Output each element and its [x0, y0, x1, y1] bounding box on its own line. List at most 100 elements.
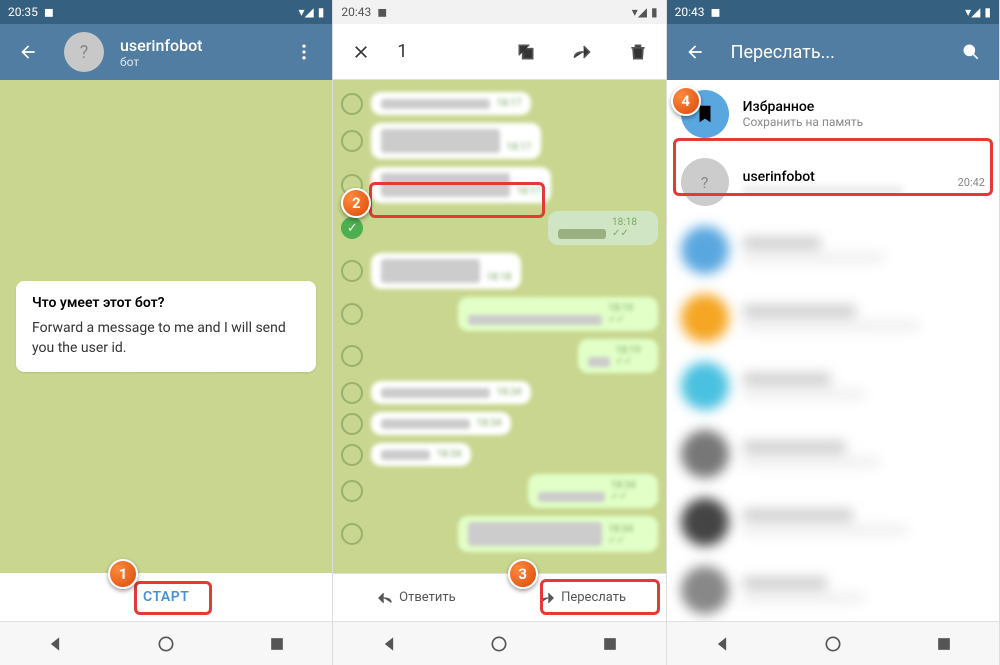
select-circle[interactable]: ✓: [341, 217, 363, 239]
nav-back-icon[interactable]: [712, 634, 732, 654]
select-circle[interactable]: [341, 303, 363, 325]
message-bubble[interactable]: 18:34: [371, 412, 511, 435]
list-item[interactable]: [667, 284, 999, 352]
reply-button[interactable]: Ответить: [333, 590, 499, 606]
step-badge-1: 1: [108, 559, 138, 589]
chat-time: 20:42: [958, 176, 985, 189]
saved-subtitle: Сохранить на память: [743, 115, 985, 129]
android-nav-bar: [333, 621, 665, 665]
wifi-icon: ▾◢: [632, 5, 647, 19]
bot-question: Что умеет этот бот?: [32, 295, 300, 311]
search-button[interactable]: [951, 32, 991, 72]
message-row[interactable]: 18:19 ✓✓: [341, 339, 657, 373]
reply-label: Ответить: [399, 590, 456, 605]
panel-forward-target: 20:43◼ ▾◢▮ Переслать... Избранное Сохран…: [667, 0, 1000, 665]
list-item[interactable]: [667, 488, 999, 556]
chat-list[interactable]: Избранное Сохранить на память ? userinfo…: [667, 80, 999, 621]
nav-back-icon[interactable]: [379, 634, 399, 654]
message-row[interactable]: ✓ 18:18 ✓✓: [341, 211, 657, 245]
select-circle[interactable]: [341, 382, 363, 404]
message-bubble[interactable]: 18:34: [371, 381, 531, 404]
panel-select-message: 20:43◼ ▾◢▮ 1 18:1718:1718:17✓18:18 ✓✓18:…: [333, 0, 666, 665]
message-row[interactable]: 18:18: [341, 253, 657, 289]
step-badge-3: 3: [508, 559, 538, 589]
message-bubble[interactable]: 18:19 ✓✓: [578, 339, 658, 373]
select-circle[interactable]: [341, 413, 363, 435]
status-time: 20:43: [341, 5, 371, 19]
action-bar: Ответить Переслать: [333, 573, 665, 621]
panel-bot-start: 20:35◼ ▾◢▮ ? userinfobot бот Что умеет э…: [0, 0, 333, 665]
message-row[interactable]: 18:34: [341, 443, 657, 466]
select-circle[interactable]: [341, 93, 363, 115]
delete-button[interactable]: [618, 32, 658, 72]
message-bubble[interactable]: 18:19 ✓✓: [458, 297, 658, 331]
notification-icon: ◼: [711, 5, 721, 19]
back-button[interactable]: [8, 32, 48, 72]
message-row[interactable]: 18:34: [341, 381, 657, 404]
back-button[interactable]: [675, 32, 715, 72]
select-circle[interactable]: [341, 480, 363, 502]
nav-recent-icon[interactable]: [934, 634, 954, 654]
bot-avatar[interactable]: ?: [64, 32, 104, 72]
message-row[interactable]: 18:34: [341, 412, 657, 435]
message-bubble[interactable]: 18:34 ✓✓: [528, 474, 658, 508]
chat-name: userinfobot: [743, 169, 944, 185]
reply-icon: [377, 590, 393, 606]
chat-header: ? userinfobot бот: [0, 24, 332, 80]
message-row[interactable]: 18:34 ✓✓: [341, 516, 657, 552]
message-bubble[interactable]: 18:17: [371, 123, 541, 159]
nav-home-icon[interactable]: [823, 634, 843, 654]
nav-recent-icon[interactable]: [267, 634, 287, 654]
chat-subtitle: бот: [120, 55, 268, 69]
select-circle[interactable]: [341, 260, 363, 282]
notification-icon: ◼: [44, 5, 54, 19]
message-bubble[interactable]: 18:18 ✓✓: [548, 211, 658, 245]
list-item[interactable]: [667, 216, 999, 284]
android-nav-bar: [0, 621, 332, 665]
start-bar: СТАРТ: [0, 573, 332, 621]
list-item[interactable]: [667, 420, 999, 488]
message-row[interactable]: 18:17: [341, 167, 657, 203]
message-bubble[interactable]: 18:34 ✓✓: [458, 516, 658, 552]
message-row[interactable]: 18:19 ✓✓: [341, 297, 657, 331]
selection-count: 1: [397, 41, 489, 62]
list-item[interactable]: [667, 556, 999, 621]
status-bar: 20:35◼ ▾◢▮: [0, 0, 332, 24]
wifi-icon: ▾◢: [965, 5, 980, 19]
close-selection-button[interactable]: [341, 32, 381, 72]
message-bubble[interactable]: 18:34: [371, 443, 471, 466]
selection-header: 1: [333, 24, 665, 80]
forward-icon-button[interactable]: [562, 32, 602, 72]
status-time: 20:35: [8, 5, 38, 19]
nav-home-icon[interactable]: [156, 634, 176, 654]
userinfobot-item[interactable]: ? userinfobot 20:42: [667, 148, 999, 216]
nav-home-icon[interactable]: [489, 634, 509, 654]
status-bar: 20:43◼ ▾◢▮: [667, 0, 999, 24]
list-item[interactable]: [667, 352, 999, 420]
copy-button[interactable]: [506, 32, 546, 72]
step-badge-4: 4: [671, 86, 701, 116]
saved-title: Избранное: [743, 99, 985, 115]
select-circle[interactable]: [341, 345, 363, 367]
select-circle[interactable]: [341, 523, 363, 545]
start-button[interactable]: СТАРТ: [119, 581, 213, 613]
message-row[interactable]: 18:34 ✓✓: [341, 474, 657, 508]
message-bubble[interactable]: 18:17: [371, 167, 551, 203]
message-row[interactable]: 18:17: [341, 92, 657, 115]
select-circle[interactable]: [341, 130, 363, 152]
saved-messages-item[interactable]: Избранное Сохранить на память: [667, 80, 999, 148]
message-bubble[interactable]: 18:18: [371, 253, 521, 289]
message-row[interactable]: 18:17: [341, 123, 657, 159]
chat-title: userinfobot: [120, 36, 268, 55]
nav-recent-icon[interactable]: [600, 634, 620, 654]
forward-header: Переслать...: [667, 24, 999, 80]
forward-button[interactable]: Переслать: [500, 590, 666, 606]
chat-area[interactable]: 18:17 18:17 18:17 ✓ 18:18 ✓✓ 18:18 18:19 ✓✓ 18:…: [333, 80, 665, 573]
header-title-block[interactable]: userinfobot бот: [120, 36, 268, 69]
nav-back-icon[interactable]: [45, 634, 65, 654]
message-bubble[interactable]: 18:17: [371, 92, 531, 115]
more-button[interactable]: [284, 32, 324, 72]
select-circle[interactable]: [341, 444, 363, 466]
forward-title: Переслать...: [731, 42, 935, 63]
avatar-icon: ?: [681, 158, 729, 206]
